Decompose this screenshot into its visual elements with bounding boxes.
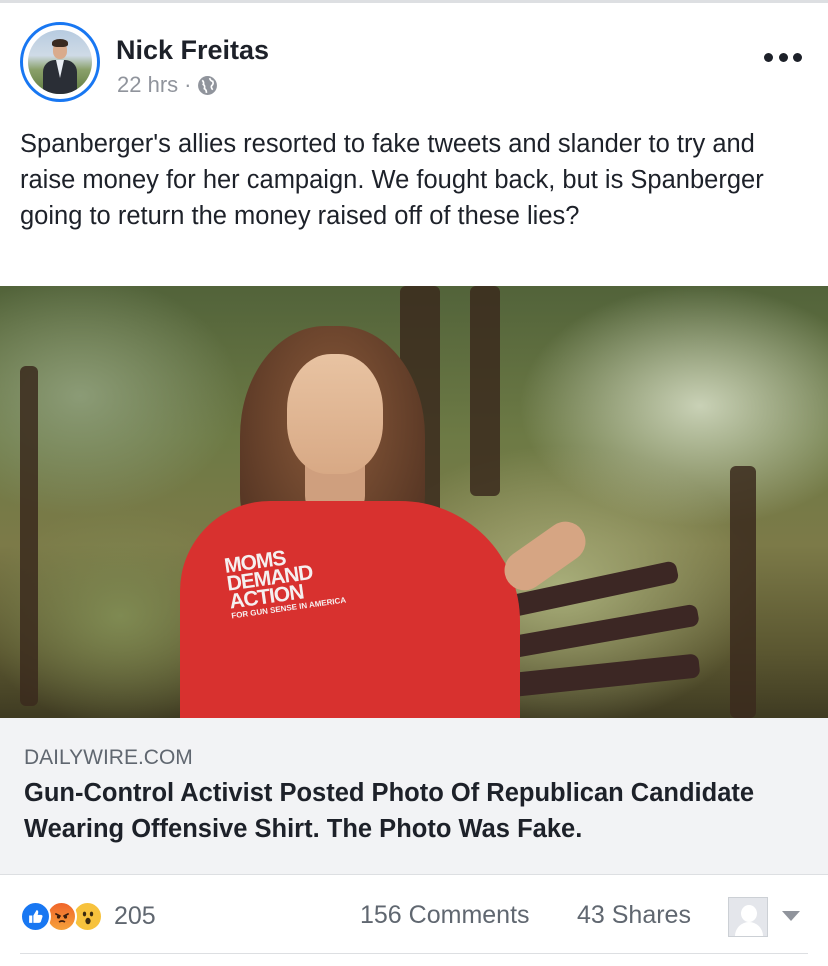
post-header: Nick Freitas 22 hrs · <box>0 3 828 115</box>
author-avatar[interactable] <box>20 22 100 102</box>
globe-icon <box>198 75 218 95</box>
post-text: Spanberger's allies resorted to fake twe… <box>20 130 764 230</box>
link-domain: DAILYWIRE.COM <box>24 746 193 769</box>
link-caption[interactable]: DAILYWIRE.COM Gun-Control Activist Poste… <box>0 718 828 874</box>
avatar-photo <box>28 30 92 94</box>
link-preview-image: MOMS DEMAND ACTION FOR GUN SENSE IN AMER… <box>0 286 828 718</box>
reaction-count: 205 <box>114 901 156 930</box>
more-dots-icon[interactable] <box>764 45 802 69</box>
footer-divider <box>20 953 808 954</box>
like-icon <box>20 900 51 932</box>
link-title[interactable]: Gun-Control Activist Posted Photo Of Rep… <box>24 775 814 847</box>
author-name[interactable]: Nick Freitas <box>116 35 269 66</box>
meta-separator: · <box>184 72 192 97</box>
chevron-down-icon[interactable] <box>782 911 800 921</box>
reactions-summary[interactable]: 205 <box>20 899 156 933</box>
link-preview-card[interactable]: MOMS DEMAND ACTION FOR GUN SENSE IN AMER… <box>0 286 828 874</box>
page-avatar-icon[interactable] <box>728 897 768 937</box>
post-time[interactable]: 22 hrs <box>117 72 178 98</box>
shares-link[interactable]: 43 Shares <box>577 901 691 930</box>
post-meta: 22 hrs · <box>117 72 218 98</box>
post-footer: 205 156 Comments 43 Shares <box>0 874 828 966</box>
comments-link[interactable]: 156 Comments <box>360 901 530 930</box>
